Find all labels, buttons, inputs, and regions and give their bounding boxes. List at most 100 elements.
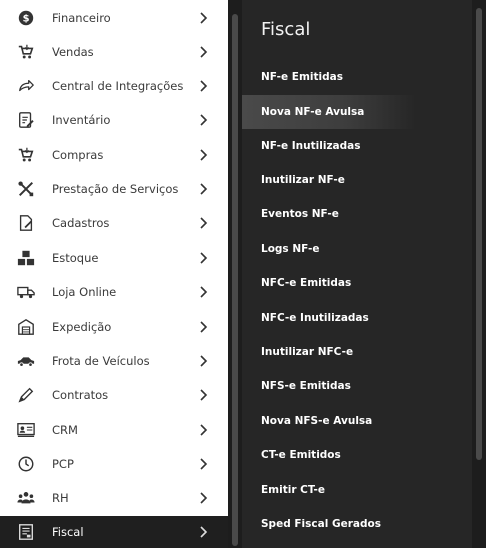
submenu-item[interactable]: NF-e Inutilizadas (242, 129, 416, 163)
submenu-item[interactable]: Inutilizar NFC-e (242, 335, 416, 369)
chevron-right-icon (200, 149, 208, 161)
cart-icon (16, 42, 36, 62)
chevron-right-icon (200, 12, 208, 24)
menu-item-label: Central de Integrações (52, 79, 184, 93)
menu-item-label: Expedição (52, 320, 112, 334)
submenu-scrollbar[interactable] (472, 0, 486, 548)
clipboard-edit-icon (16, 110, 36, 130)
menu-item-loja-online[interactable]: Loja Online (0, 275, 228, 309)
menu-item-expedicao[interactable]: Expedição (0, 310, 228, 344)
menu-item-label: Estoque (52, 251, 99, 265)
submenu-item-label: Logs NF-e (261, 243, 320, 255)
submenu-item-label: NF-e Emitidas (261, 71, 343, 83)
chevron-right-icon (200, 114, 208, 126)
menu-item-rh[interactable]: RH (0, 481, 228, 515)
menu-item-label: Inventário (52, 113, 111, 127)
menu-item-label: Frota de Veículos (52, 354, 150, 368)
submenu-item[interactable]: Nova NF-e Avulsa (242, 95, 416, 129)
chevron-right-icon (200, 80, 208, 92)
chevron-right-icon (200, 321, 208, 333)
submenu-item-label: Sped Fiscal Gerados (261, 518, 381, 530)
pen-icon (16, 385, 36, 405)
chevron-right-icon (200, 252, 208, 264)
share-arrow-icon (16, 76, 36, 96)
menu-item-crm[interactable]: CRM (0, 413, 228, 447)
submenu-item[interactable]: Logs NF-e (242, 232, 416, 266)
menu-item-label: Fiscal (52, 525, 84, 539)
submenu-item[interactable]: NFC-e Inutilizadas (242, 301, 416, 335)
menu-item-label: Loja Online (52, 285, 117, 299)
submenu-item[interactable]: Emitir CT-e (242, 473, 416, 507)
submenu-item[interactable]: Eventos NF-e (242, 197, 416, 231)
fiscal-submenu: Fiscal NF-e Emitidas Nova NF-e Avulsa NF… (242, 0, 472, 548)
menu-item-prestacao-servicos[interactable]: Prestação de Serviços (0, 172, 228, 206)
menu-item-label: Cadastros (52, 216, 110, 230)
submenu-item[interactable]: Inutilizar NF-e (242, 163, 416, 197)
menu-item-compras[interactable]: Compras (0, 138, 228, 172)
submenu-item[interactable]: NFS-e Emitidas (242, 369, 416, 403)
main-menu-scrollbar[interactable] (228, 0, 242, 548)
menu-item-label: PCP (52, 457, 74, 471)
menu-item-central-integracoes[interactable]: Central de Integrações (0, 69, 228, 103)
submenu-item-label: Eventos NF-e (261, 208, 339, 220)
chevron-right-icon (200, 46, 208, 58)
submenu-item-label: Nova NF-e Avulsa (261, 106, 365, 118)
svg-text:$: $ (23, 14, 30, 25)
warehouse-icon (16, 317, 36, 337)
menu-item-frota-veiculos[interactable]: Frota de Veículos (0, 344, 228, 378)
submenu-item-label: NFS-e Emitidas (261, 380, 351, 392)
receipt-icon (16, 522, 36, 542)
submenu-item[interactable]: NF-e Emitidas (242, 60, 416, 94)
submenu-item-label: NF-e Inutilizadas (261, 140, 361, 152)
chevron-right-icon (200, 217, 208, 229)
chevron-right-icon (200, 424, 208, 436)
menu-item-pcp[interactable]: PCP (0, 447, 228, 481)
menu-item-inventario[interactable]: Inventário (0, 103, 228, 137)
submenu-item[interactable]: CT-e Emitidos (242, 438, 416, 472)
scrollbar-thumb[interactable] (476, 8, 482, 460)
truck-icon (16, 282, 36, 302)
submenu-item-label: Nova NFS-e Avulsa (261, 415, 373, 427)
menu-item-label: RH (52, 491, 69, 505)
submenu-item-label: NFC-e Emitidas (261, 277, 352, 289)
edit-document-icon (16, 213, 36, 233)
submenu-item[interactable]: NFC-e Emitidas (242, 266, 416, 300)
menu-item-label: Contratos (52, 388, 109, 402)
chevron-right-icon (200, 492, 208, 504)
submenu-title: Fiscal (261, 19, 311, 40)
menu-item-label: Vendas (52, 45, 94, 59)
id-card-icon (16, 420, 36, 440)
submenu-item-label: Inutilizar NFC-e (261, 346, 354, 358)
menu-item-cadastros[interactable]: Cadastros (0, 206, 228, 240)
chevron-right-icon (200, 286, 208, 298)
chevron-right-icon (200, 458, 208, 470)
main-menu: $ Financeiro Vendas Central de Integraçõ… (0, 0, 228, 548)
tools-icon (16, 179, 36, 199)
chevron-right-icon (200, 183, 208, 195)
menu-item-vendas[interactable]: Vendas (0, 35, 228, 69)
submenu-item-label: Inutilizar NF-e (261, 174, 345, 186)
submenu-item-label: CT-e Emitidos (261, 449, 341, 461)
submenu-item[interactable]: Sped Fiscal Gerados (242, 507, 416, 541)
scrollbar-thumb[interactable] (232, 14, 238, 546)
menu-item-financeiro[interactable]: $ Financeiro (0, 1, 228, 35)
users-icon (16, 488, 36, 508)
menu-item-contratos[interactable]: Contratos (0, 378, 228, 412)
submenu-item-label: NFC-e Inutilizadas (261, 312, 369, 324)
submenu-item[interactable]: Nova NFS-e Avulsa (242, 404, 416, 438)
chevron-right-icon (200, 389, 208, 401)
menu-item-fiscal[interactable]: Fiscal (0, 516, 228, 548)
menu-item-label: Compras (52, 148, 104, 162)
menu-item-label: Prestação de Serviços (52, 182, 179, 196)
boxes-icon (16, 248, 36, 268)
menu-item-label: CRM (52, 423, 78, 437)
submenu-item-label: Emitir CT-e (261, 484, 325, 496)
menu-item-estoque[interactable]: Estoque (0, 241, 228, 275)
cart-icon (16, 145, 36, 165)
menu-item-label: Financeiro (52, 11, 111, 25)
car-icon (16, 351, 36, 371)
dollar-icon: $ (16, 8, 36, 28)
clock-icon (16, 454, 36, 474)
chevron-right-icon (200, 355, 208, 367)
chevron-right-icon (200, 526, 208, 538)
